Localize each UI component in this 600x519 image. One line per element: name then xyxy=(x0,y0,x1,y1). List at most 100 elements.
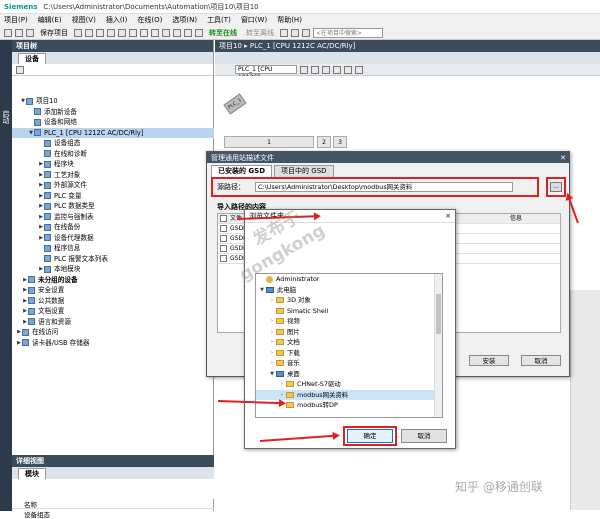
tree-item-program-blocks[interactable]: ▶ 程序块 xyxy=(12,159,214,170)
paste-icon[interactable] xyxy=(107,28,115,37)
go-offline-button[interactable]: 转至离线 xyxy=(246,28,274,38)
stop-icon[interactable] xyxy=(195,28,203,37)
tree-item-add-device[interactable]: 添加新设备 xyxy=(12,107,214,118)
device-dropdown[interactable]: PLC_1 [CPU 1212C] xyxy=(235,65,297,81)
expand-icon[interactable]: ▼ xyxy=(268,369,276,380)
tab-project-gsd[interactable]: 项目中的 GSD xyxy=(274,165,334,177)
go-online-button[interactable]: 转至在线 xyxy=(209,28,237,38)
save-icon[interactable] xyxy=(26,28,34,37)
tree-item-watch-tables[interactable]: ▶ 监控与强制表 xyxy=(12,212,214,223)
folder-item-administrator[interactable]: Administrator xyxy=(256,274,442,285)
collapse-icon[interactable]: › xyxy=(268,358,276,369)
print-icon[interactable] xyxy=(74,28,82,37)
tree-item-online-access[interactable]: ▶ 在线访问 xyxy=(12,327,214,338)
folder-item-simatic-shell[interactable]: Simatic Shell xyxy=(256,306,442,317)
menu-edit[interactable]: 编辑(E) xyxy=(38,15,62,25)
cross-reference-icon[interactable] xyxy=(291,28,299,37)
copy-icon[interactable] xyxy=(96,28,104,37)
upload-icon[interactable] xyxy=(173,28,181,37)
folder-item-videos[interactable]: › 视频 xyxy=(256,316,442,327)
delete-icon[interactable] xyxy=(118,28,126,37)
folder-item-downloads[interactable]: › 下载 xyxy=(256,348,442,359)
select-all-checkbox[interactable] xyxy=(220,215,227,222)
zoom-select-icon[interactable] xyxy=(355,65,363,74)
scrollbar-thumb[interactable] xyxy=(436,294,441,334)
tab-installed-gsd[interactable]: 已安装的 GSD xyxy=(211,165,273,177)
tree-item-project[interactable]: ▼ 项目10 xyxy=(12,96,214,107)
expand-icon[interactable]: ▼ xyxy=(258,285,266,296)
folder-item-pictures[interactable]: › 图片 xyxy=(256,327,442,338)
compile-icon[interactable] xyxy=(151,28,159,37)
accessible-devices-icon[interactable] xyxy=(280,28,288,37)
folder-item-this-pc[interactable]: ▼ 此电脑 xyxy=(256,285,442,296)
collapse-icon[interactable]: › xyxy=(268,316,276,327)
open-project-icon[interactable] xyxy=(15,28,23,37)
close-icon[interactable]: ✕ xyxy=(557,154,569,162)
simulation-icon[interactable] xyxy=(184,28,192,37)
folder-item-3d[interactable]: › 3D 对象 xyxy=(256,295,442,306)
cut-icon[interactable] xyxy=(85,28,93,37)
folder-tree-scrollbar[interactable] xyxy=(434,274,442,417)
row-checkbox[interactable] xyxy=(220,245,227,252)
tree-item-security[interactable]: ▶ 安全设置 xyxy=(12,285,214,296)
gsd-cancel-button[interactable]: 取消 xyxy=(521,355,561,366)
tree-item-devices-networks[interactable]: 设备和网络 xyxy=(12,117,214,128)
row-checkbox[interactable] xyxy=(220,235,227,242)
undo-icon[interactable] xyxy=(129,28,137,37)
download-icon[interactable] xyxy=(162,28,170,37)
tree-item-doc-settings[interactable]: ▶ 文档设置 xyxy=(12,306,214,317)
menu-insert[interactable]: 插入(I) xyxy=(106,15,128,25)
menu-online[interactable]: 在线(O) xyxy=(137,15,162,25)
split-editor-icon[interactable] xyxy=(302,28,310,37)
tree-item-online-backup[interactable]: ▶ 在线备份 xyxy=(12,222,214,233)
rack-slot-1[interactable]: 1 xyxy=(224,136,314,148)
tree-item-proxy-data[interactable]: ▶ 设备代理数据 xyxy=(12,233,214,244)
folder-item-music[interactable]: › 音乐 xyxy=(256,358,442,369)
collapse-icon[interactable]: › xyxy=(268,295,276,306)
new-project-icon[interactable] xyxy=(4,28,12,37)
tab-devices[interactable]: 设备 xyxy=(18,53,46,64)
tree-item-local-modules[interactable]: ▶ 本地模块 xyxy=(12,264,214,275)
redo-icon[interactable] xyxy=(140,28,148,37)
tree-view-icon[interactable] xyxy=(16,65,24,74)
device-properties-icon[interactable] xyxy=(300,65,308,74)
menu-options[interactable]: 选项(N) xyxy=(172,15,197,25)
menu-window[interactable]: 窗口(W) xyxy=(241,15,267,25)
menu-tools[interactable]: 工具(T) xyxy=(207,15,231,25)
tree-item-card-reader[interactable]: ▶ 读卡器/USB 存储器 xyxy=(12,338,214,349)
tree-item-ungrouped[interactable]: ▶ 未分组的设备 xyxy=(12,275,214,286)
save-project-button[interactable]: 保存项目 xyxy=(40,28,68,38)
zoom-fit-icon[interactable] xyxy=(344,65,352,74)
rack-slot-2[interactable]: 2 xyxy=(317,136,331,148)
folder-item-chnet[interactable]: › CHNet-S7驱动 xyxy=(256,379,442,390)
tree-item-program-info[interactable]: 程序信息 xyxy=(12,243,214,254)
row-checkbox[interactable] xyxy=(220,255,227,262)
menu-project[interactable]: 项目(P) xyxy=(4,15,28,25)
collapse-icon[interactable]: › xyxy=(268,348,276,359)
tree-item-tech-objects[interactable]: ▶ 工艺对象 xyxy=(12,170,214,181)
tree-item-plc-tags[interactable]: ▶ PLC 变量 xyxy=(12,191,214,202)
tree-item-plc-types[interactable]: ▶ PLC 数据类型 xyxy=(12,201,214,212)
row-checkbox[interactable] xyxy=(220,225,227,232)
menu-help[interactable]: 帮助(H) xyxy=(277,15,302,25)
install-button[interactable]: 安装 xyxy=(469,355,509,366)
tab-modules[interactable]: 模块 xyxy=(18,468,46,479)
tree-item-online-diag[interactable]: 在线和诊断 xyxy=(12,149,214,160)
menu-view[interactable]: 视图(V) xyxy=(72,15,96,25)
collapse-icon[interactable]: › xyxy=(268,327,276,338)
tree-item-languages[interactable]: ▶ 语言和资源 xyxy=(12,317,214,328)
tree-item-ext-sources[interactable]: ▶ 外部源文件 xyxy=(12,180,214,191)
browse-cancel-button[interactable]: 取消 xyxy=(401,429,447,443)
collapse-icon[interactable]: › xyxy=(268,337,276,348)
folder-item-documents[interactable]: › 文档 xyxy=(256,337,442,348)
project-search-input[interactable]: <在项目中搜索> xyxy=(313,27,383,38)
tree-item-alarm-texts[interactable]: PLC 报警文本列表 xyxy=(12,254,214,265)
grid-icon[interactable] xyxy=(311,65,319,74)
tree-item-plc1[interactable]: ▼ PLC_1 [CPU 1212C AC/DC/Rly] xyxy=(12,127,214,138)
collapse-icon[interactable]: › xyxy=(278,379,286,390)
close-icon[interactable]: × xyxy=(445,212,451,220)
rack-slot-3[interactable]: 3 xyxy=(333,136,347,148)
tree-item-common-data[interactable]: ▶ 公共数据 xyxy=(12,296,214,307)
zoom-in-icon[interactable] xyxy=(322,65,330,74)
tree-item-device-config[interactable]: 设备组态 xyxy=(12,138,214,149)
